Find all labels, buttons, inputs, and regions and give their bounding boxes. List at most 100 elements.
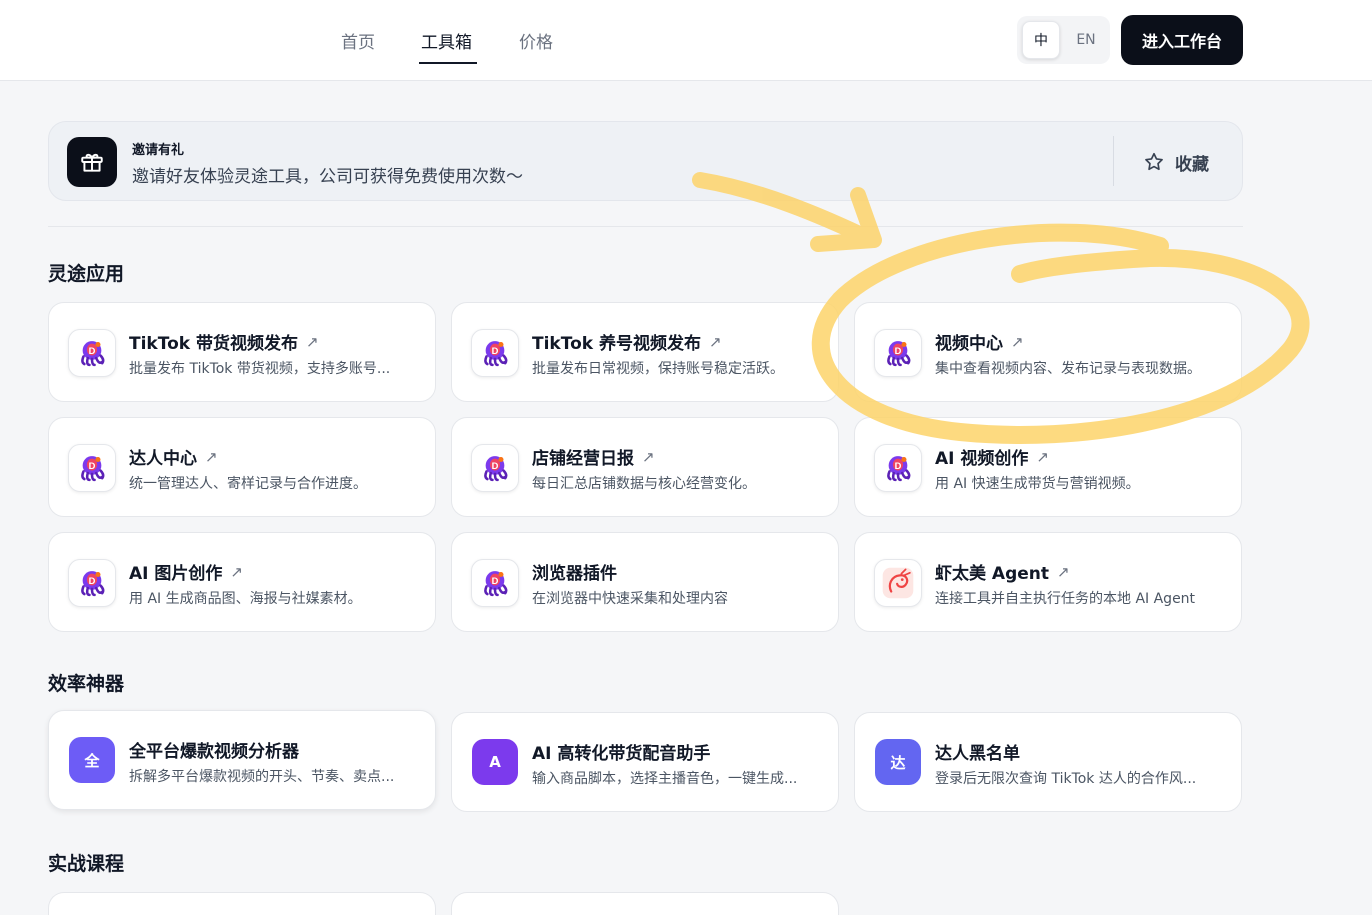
card-title: TikTok 带货视频发布 ↗ xyxy=(129,329,319,355)
tool-card[interactable]: A AI 高转化带货配音助手输入商品脚本，选择主播音色，一键生成... xyxy=(451,712,839,812)
nav-link-home[interactable]: 首页 xyxy=(341,28,375,53)
active-tab-underline xyxy=(419,62,477,64)
section-title-apps: 灵途应用 xyxy=(48,263,125,285)
section-title-efficiency: 效率神器 xyxy=(48,673,125,695)
octopus-logo-icon: D xyxy=(874,444,922,492)
course-card[interactable] xyxy=(48,892,436,915)
section-title-courses: 实战课程 xyxy=(48,853,125,875)
external-link-icon: ↗ xyxy=(708,332,722,351)
card-title-text: TikTok 带货视频发布 xyxy=(129,334,298,354)
nav-link-pricing[interactable]: 价格 xyxy=(519,28,553,53)
card-title: 店铺经营日报 ↗ xyxy=(532,444,655,470)
tool-card[interactable]: D 视频中心 ↗ 集中查看视频内容、发布记录与表现数据。 xyxy=(854,302,1242,402)
svg-text:D: D xyxy=(492,576,499,586)
card-title: AI 图片创作 ↗ xyxy=(129,559,243,585)
gift-icon xyxy=(67,137,117,187)
card-title-text: 虾太美 Agent xyxy=(935,564,1050,584)
card-title-text: AI 视频创作 xyxy=(935,449,1029,469)
section-divider xyxy=(48,226,1243,227)
octopus-logo-icon: D xyxy=(471,329,519,377)
card-title: 虾太美 Agent ↗ xyxy=(935,559,1070,585)
external-link-icon: ↗ xyxy=(1036,447,1049,466)
star-icon xyxy=(1145,152,1163,171)
card-description: 每日汇总店铺数据与核心经营变化。 xyxy=(532,476,756,492)
svg-text:D: D xyxy=(492,461,499,471)
external-link-icon: ↗ xyxy=(305,332,319,351)
card-description: 拆解多平台爆款视频的开头、节奏、卖点... xyxy=(129,769,395,785)
svg-text:D: D xyxy=(895,346,902,356)
letter-badge-icon: 达 xyxy=(875,739,921,785)
tool-card[interactable]: 全全平台爆款视频分析器拆解多平台爆款视频的开头、节奏、卖点... xyxy=(48,710,436,810)
octopus-logo-icon: D xyxy=(471,559,519,607)
card-title: AI 视频创作 ↗ xyxy=(935,444,1049,470)
card-title: 浏览器插件 xyxy=(532,559,617,584)
card-title-text: TikTok 养号视频发布 xyxy=(532,334,701,354)
card-title-text: AI 图片创作 xyxy=(129,564,223,584)
octopus-logo-icon: D xyxy=(68,329,116,377)
tool-card[interactable]: D 浏览器插件在浏览器中快速采集和处理内容 xyxy=(451,532,839,632)
card-title: 视频中心 ↗ xyxy=(935,329,1024,355)
lang-option-en[interactable]: EN xyxy=(1067,21,1105,59)
svg-text:D: D xyxy=(89,461,96,471)
card-title-text: 达人黑名单 xyxy=(935,744,1020,764)
course-card[interactable] xyxy=(451,892,839,915)
card-description: 连接工具并自主执行任务的本地 AI Agent xyxy=(935,591,1196,607)
card-title: AI 高转化带货配音助手 xyxy=(532,739,710,764)
card-description: 批量发布 TikTok 带货视频，支持多账号... xyxy=(129,361,391,377)
card-description: 集中查看视频内容、发布记录与表现数据。 xyxy=(935,361,1201,377)
external-link-icon: ↗ xyxy=(642,447,655,466)
octopus-logo-icon: D xyxy=(471,444,519,492)
tool-card[interactable]: D AI 图片创作 ↗ 用 AI 生成商品图、海报与社媒素材。 xyxy=(48,532,436,632)
card-title-text: AI 高转化带货配音助手 xyxy=(532,744,711,764)
tool-card[interactable]: D 店铺经营日报 ↗ 每日汇总店铺数据与核心经营变化。 xyxy=(451,417,839,517)
lang-option-zh[interactable]: 中 xyxy=(1022,21,1060,59)
card-description: 用 AI 快速生成带货与营销视频。 xyxy=(935,476,1140,492)
octopus-logo-icon: D xyxy=(68,559,116,607)
banner-divider xyxy=(1113,136,1114,186)
invite-banner[interactable]: 邀请有礼 邀请好友体验灵途工具，公司可获得免费使用次数～ 收藏 xyxy=(48,121,1243,201)
card-description: 输入商品脚本，选择主播音色，一键生成... xyxy=(532,771,798,787)
svg-text:D: D xyxy=(492,346,499,356)
tool-card[interactable]: 达达人黑名单登录后无限次查询 TikTok 达人的合作风... xyxy=(854,712,1242,812)
invite-description: 邀请好友体验灵途工具，公司可获得免费使用次数～ xyxy=(132,167,523,187)
tool-card[interactable]: D AI 视频创作 ↗ 用 AI 快速生成带货与营销视频。 xyxy=(854,417,1242,517)
tool-card[interactable]: D TikTok 养号视频发布 ↗ 批量发布日常视频，保持账号稳定活跃。 xyxy=(451,302,839,402)
card-title-text: 达人中心 xyxy=(129,449,197,469)
card-title-text: 全平台爆款视频分析器 xyxy=(129,742,299,762)
card-description: 在浏览器中快速采集和处理内容 xyxy=(532,591,728,607)
card-description: 批量发布日常视频，保持账号稳定活跃。 xyxy=(532,361,784,377)
external-link-icon: ↗ xyxy=(205,447,218,466)
card-title: TikTok 养号视频发布 ↗ xyxy=(532,329,722,355)
annotation-arrow-head xyxy=(810,187,882,252)
shrimp-logo-icon xyxy=(874,559,922,607)
external-link-icon: ↗ xyxy=(1011,332,1024,351)
card-title-text: 视频中心 xyxy=(935,334,1003,354)
card-description: 登录后无限次查询 TikTok 达人的合作风... xyxy=(935,771,1197,787)
svg-text:D: D xyxy=(89,346,96,356)
svg-text:D: D xyxy=(89,576,96,586)
tool-card[interactable]: D TikTok 带货视频发布 ↗ 批量发布 TikTok 带货视频，支持多账号... xyxy=(48,302,436,402)
card-title: 达人中心 ↗ xyxy=(129,444,218,470)
favorite-label: 收藏 xyxy=(1175,154,1209,175)
external-link-icon: ↗ xyxy=(1057,562,1070,581)
card-title: 达人黑名单 xyxy=(935,739,1020,764)
svg-text:D: D xyxy=(895,461,902,471)
card-title-text: 浏览器插件 xyxy=(532,564,617,584)
card-title: 全平台爆款视频分析器 xyxy=(129,737,299,762)
tool-card[interactable]: D 达人中心 ↗ 统一管理达人、寄样记录与合作进度。 xyxy=(48,417,436,517)
external-link-icon: ↗ xyxy=(230,562,243,581)
enter-workspace-button[interactable]: 进入工作台 xyxy=(1121,15,1243,65)
favorite-button[interactable]: 收藏 xyxy=(1143,150,1209,175)
card-description: 统一管理达人、寄样记录与合作进度。 xyxy=(129,476,367,492)
octopus-logo-icon: D xyxy=(68,444,116,492)
letter-badge-icon: A xyxy=(472,739,518,785)
card-description: 用 AI 生成商品图、海报与社媒素材。 xyxy=(129,591,362,607)
octopus-logo-icon: D xyxy=(874,329,922,377)
language-switcher: 中 EN xyxy=(1017,16,1110,64)
tool-card[interactable]: 虾太美 Agent ↗ 连接工具并自主执行任务的本地 AI Agent xyxy=(854,532,1242,632)
card-title-text: 店铺经营日报 xyxy=(532,449,634,469)
invite-title: 邀请有礼 xyxy=(132,143,185,158)
top-navigation-bar: 首页 工具箱 价格 中 EN 进入工作台 xyxy=(0,0,1372,81)
nav-link-toolbox[interactable]: 工具箱 xyxy=(421,28,472,53)
letter-badge-icon: 全 xyxy=(69,737,115,783)
